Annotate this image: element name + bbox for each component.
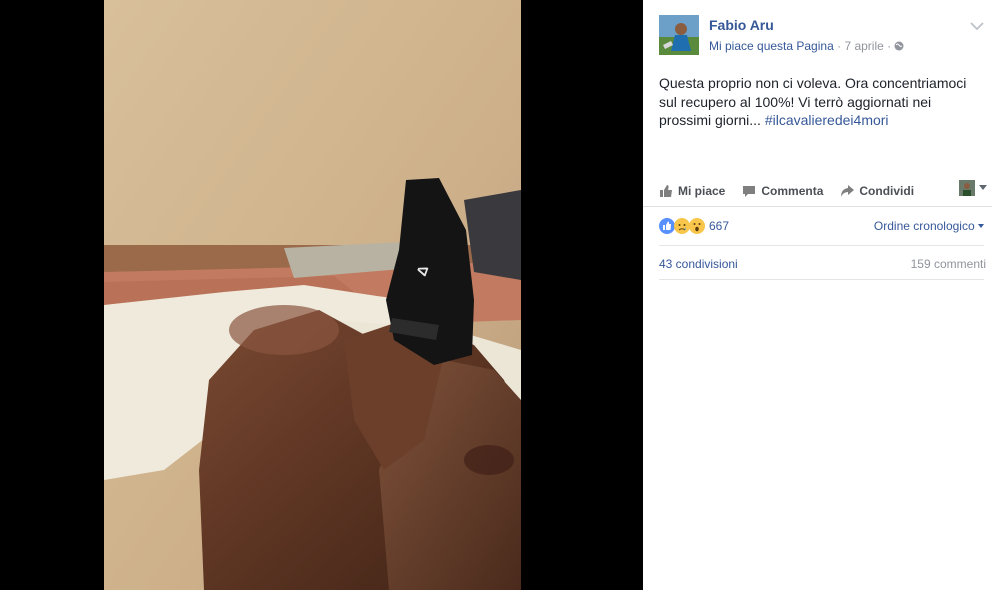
globe-icon — [894, 40, 904, 54]
divider — [643, 206, 992, 207]
sad-icon — [674, 218, 690, 234]
action-bar: Mi piace Commenta Condividi — [659, 176, 992, 206]
like-button[interactable]: Mi piace — [659, 184, 725, 198]
like-label: Mi piace — [678, 184, 726, 198]
identity-selector[interactable] — [959, 180, 988, 196]
mini-avatar-icon — [959, 180, 975, 196]
photo-illustration: Δ — [104, 0, 521, 590]
divider — [659, 245, 984, 246]
caret-down-icon — [979, 185, 987, 190]
avatar-image — [659, 15, 699, 55]
hashtag-link[interactable]: #ilcavalieredei4mori — [765, 112, 889, 128]
share-button[interactable]: Condividi — [840, 184, 914, 198]
reactions-summary[interactable]: 667 — [659, 218, 729, 234]
divider — [659, 279, 984, 280]
post-date[interactable]: 7 aprile — [844, 39, 883, 53]
wow-icon — [689, 218, 705, 234]
like-icon — [659, 218, 675, 234]
like-page-link[interactable]: Mi piace questa Pagina — [709, 39, 834, 53]
avatar[interactable] — [659, 15, 699, 55]
thumbs-up-icon — [660, 185, 672, 197]
comment-label: Commenta — [761, 184, 824, 198]
caret-down-icon — [978, 224, 984, 229]
reactions-count[interactable]: 667 — [709, 219, 729, 233]
post-sidebar: Fabio Aru Mi piace questa Pagina · 7 apr… — [643, 0, 992, 590]
comments-count[interactable]: 159 commenti — [911, 257, 986, 271]
comment-icon — [743, 186, 756, 197]
share-label: Condividi — [859, 184, 915, 198]
comment-button[interactable]: Commenta — [742, 184, 823, 198]
meta-separator: · — [837, 39, 842, 53]
photo-viewer: Δ — [0, 0, 643, 590]
author-name[interactable]: Fabio Aru — [709, 17, 774, 33]
order-label: Ordine cronologico — [873, 219, 975, 233]
meta-separator-2: · — [887, 39, 892, 53]
share-icon — [841, 185, 855, 197]
post-text: Questa proprio non ci voleva. Ora concen… — [659, 74, 984, 130]
post-photo[interactable]: Δ — [104, 0, 521, 590]
chevron-down-icon[interactable] — [970, 18, 984, 36]
shares-count[interactable]: 43 condivisioni — [659, 257, 738, 271]
comment-order-dropdown[interactable]: Ordine cronologico — [874, 219, 984, 233]
post-meta: Mi piace questa Pagina · 7 aprile · — [709, 39, 904, 54]
